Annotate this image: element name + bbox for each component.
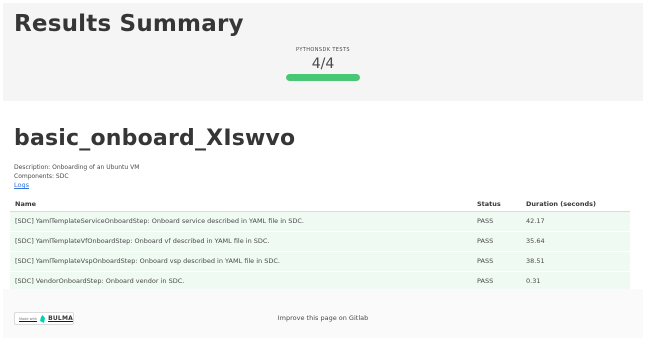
test-status: PASS [472,271,521,292]
table-row: [SDC] YamlTemplateVspOnboardStep: Onboar… [10,251,630,272]
suite-title: basic_onboard_XIswvo [14,126,296,151]
test-name: [SDC] YamlTemplateVspOnboardStep: Onboar… [10,251,472,272]
column-header-duration: Duration (seconds) [521,198,630,212]
test-name: [SDC] YamlTemplateVfOnboardStep: Onboard… [10,231,472,252]
test-status: PASS [472,211,521,232]
suite-meta: Description: Onboarding of an Ubuntu VM … [14,163,139,190]
column-header-status: Status [472,198,521,212]
footer-link-container: Improve this page on Gitlab [3,314,643,322]
test-duration: 0.31 [521,271,630,292]
page-footer: Made with BULMA Improve this page on Git… [3,289,643,338]
column-header-name: Name [10,198,472,212]
test-name: [SDC] VendorOnboardStep: Onboard vendor … [10,271,472,292]
page-title: Results Summary [14,11,244,37]
table-row: [SDC] VendorOnboardStep: Onboard vendor … [10,271,630,292]
kpi-label: PYTHONSDK TESTS [296,47,350,53]
table-row: [SDC] YamlTemplateServiceOnboardStep: On… [10,211,630,232]
suite-components: Components: SDC [14,173,69,180]
progress-bar-fill [286,74,360,81]
logs-link[interactable]: Logs [14,181,29,189]
improve-page-link[interactable]: Improve this page on Gitlab [278,314,369,322]
test-duration: 38.51 [521,251,630,272]
results-table: Name Status Duration (seconds) [SDC] Yam… [10,198,630,292]
kpi-tile: PYTHONSDK TESTS 4/4 [3,47,643,81]
table-row: [SDC] YamlTemplateVfOnboardStep: Onboard… [10,231,630,252]
test-duration: 35.64 [521,231,630,252]
results-summary-section: Results Summary PYTHONSDK TESTS 4/4 [3,3,643,101]
suite-description: Description: Onboarding of an Ubuntu VM [14,164,140,171]
progress-bar [286,74,360,81]
test-duration: 42.17 [521,211,630,232]
test-status: PASS [472,231,521,252]
table-header-row: Name Status Duration (seconds) [10,198,630,212]
test-name: [SDC] YamlTemplateServiceOnboardStep: On… [10,211,472,232]
test-status: PASS [472,251,521,272]
kpi-value: 4/4 [311,56,335,72]
